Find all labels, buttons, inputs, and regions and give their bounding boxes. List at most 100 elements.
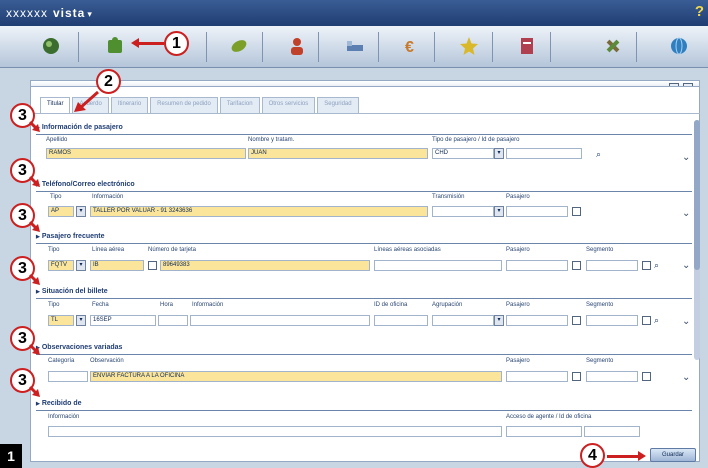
frequent-segment-field[interactable]: [586, 260, 638, 271]
tab-seguridad[interactable]: Seguridad: [317, 97, 359, 113]
category-field[interactable]: [48, 371, 88, 382]
globe-icon[interactable]: [40, 35, 62, 57]
label-frequent-segment: Segmento: [586, 247, 614, 253]
contact-info-field[interactable]: TALLER POR VALUAR - 91 3243636: [90, 206, 428, 217]
toolbar-separator: [78, 32, 79, 62]
scrollbar-thumb[interactable]: [694, 120, 700, 270]
ticket-passenger-field[interactable]: [506, 315, 568, 326]
list-icon[interactable]: [572, 372, 581, 381]
tab-resumen[interactable]: Resumen de pedido: [150, 97, 218, 113]
chevron-down-icon[interactable]: ▾: [76, 315, 86, 326]
list-icon[interactable]: [642, 261, 651, 270]
frequent-passenger-field[interactable]: [506, 260, 568, 271]
office-id-received-field[interactable]: [584, 426, 640, 437]
ticket-segment-field[interactable]: [586, 315, 638, 326]
remarks-segment-field[interactable]: [586, 371, 638, 382]
label-ticket-info: Información: [192, 302, 224, 308]
list-icon[interactable]: [572, 261, 581, 270]
label-partner-airlines: Líneas aéreas asociadas: [374, 247, 441, 253]
toolbar-separator: [262, 32, 263, 62]
remark-field[interactable]: ENVIAR FACTURA A LA OFICINA: [90, 371, 502, 382]
contact-type-select[interactable]: AP: [48, 206, 74, 217]
section-title-passenger[interactable]: Información de pasajero: [36, 124, 123, 131]
expand-chevron-icon[interactable]: ⌄: [682, 260, 690, 271]
currency-icon[interactable]: €: [400, 35, 422, 57]
help-icon[interactable]: ?: [695, 3, 704, 20]
section-title-remarks[interactable]: Observaciones variadas: [36, 344, 123, 351]
search-icon[interactable]: ⌕: [654, 315, 665, 326]
callout-4: 4: [580, 443, 605, 468]
document-icon[interactable]: [516, 35, 538, 57]
label-contact-passenger: Pasajero: [506, 194, 530, 200]
toolbar-separator: [206, 32, 207, 62]
section-divider: [36, 298, 692, 299]
ticket-date-field[interactable]: 16SEP: [90, 315, 156, 326]
chevron-down-icon: ▾: [87, 9, 93, 19]
section-title-frequent[interactable]: Pasajero frecuente: [36, 233, 105, 240]
chevron-down-icon[interactable]: ▾: [76, 206, 86, 217]
callout-arrow: [607, 451, 646, 461]
card-number-field[interactable]: 89649383: [160, 260, 370, 271]
list-icon[interactable]: [148, 261, 157, 270]
search-icon[interactable]: ⌕: [596, 149, 607, 160]
chevron-down-icon[interactable]: ▾: [76, 260, 86, 271]
list-icon[interactable]: [642, 372, 651, 381]
ticket-info-field[interactable]: [190, 315, 370, 326]
received-info-field[interactable]: [48, 426, 502, 437]
toolbar-separator: [550, 32, 551, 62]
person-icon[interactable]: [286, 35, 308, 57]
chevron-down-icon[interactable]: ▾: [494, 315, 504, 326]
queue-select[interactable]: [432, 315, 494, 326]
world-icon[interactable]: [668, 35, 690, 57]
expand-chevron-icon[interactable]: ⌄: [682, 208, 690, 219]
leaf-icon[interactable]: [228, 35, 250, 57]
label-queue: Agrupación: [432, 302, 463, 308]
label-remarks-passenger: Pasajero: [506, 358, 530, 364]
section-title-contact[interactable]: Teléfono/Correo electrónico: [36, 181, 135, 188]
passenger-id-field[interactable]: [506, 148, 582, 159]
label-airline: Línea aérea: [92, 247, 125, 253]
vertical-scrollbar[interactable]: [694, 120, 700, 360]
expand-chevron-icon[interactable]: ⌄: [682, 372, 690, 383]
callout-arrow: [28, 385, 40, 397]
search-icon[interactable]: ⌕: [654, 260, 665, 271]
tab-itinerario[interactable]: Itinerario: [110, 97, 149, 113]
puzzle-icon[interactable]: [104, 35, 126, 57]
star-icon[interactable]: [458, 35, 480, 57]
tools-icon[interactable]: [602, 35, 624, 57]
name-field[interactable]: JUAN: [248, 148, 428, 159]
partner-airlines-field[interactable]: [374, 260, 502, 271]
tab-tarifacion[interactable]: Tarifacion: [219, 97, 260, 113]
chevron-down-icon[interactable]: ▾: [494, 206, 504, 217]
expand-chevron-icon[interactable]: ⌄: [682, 152, 690, 163]
bed-icon[interactable]: [344, 35, 366, 57]
label-contact-type: Tipo: [50, 194, 62, 200]
office-id-field[interactable]: [374, 315, 428, 326]
agent-access-field[interactable]: [506, 426, 582, 437]
callout-arrow: [74, 90, 99, 112]
app-header: xxxxxx vista ▾ ?: [0, 0, 708, 26]
section-title-received[interactable]: Recibido de: [36, 400, 82, 407]
surname-field[interactable]: RAMOS: [46, 148, 246, 159]
list-icon[interactable]: [572, 316, 581, 325]
remarks-passenger-field[interactable]: [506, 371, 568, 382]
save-button[interactable]: Guardar: [650, 448, 696, 462]
tab-titular[interactable]: Titular: [40, 97, 71, 113]
transmission-select[interactable]: [432, 206, 494, 217]
passenger-type-select[interactable]: CHD: [432, 148, 494, 159]
expand-chevron-icon[interactable]: ⌄: [682, 316, 690, 327]
callout-arrow: [28, 120, 40, 132]
section-title-ticket[interactable]: Situación del billete: [36, 288, 108, 295]
ticket-time-field[interactable]: [158, 315, 188, 326]
tab-otros-servicios[interactable]: Otros servicios: [261, 97, 316, 113]
list-icon[interactable]: [642, 316, 651, 325]
contact-passenger-field[interactable]: [506, 206, 568, 217]
frequent-type-select[interactable]: FQTV: [48, 260, 74, 271]
ticket-type-select[interactable]: TL: [48, 315, 74, 326]
airline-field[interactable]: IB: [90, 260, 144, 271]
tab-divider: [30, 113, 700, 114]
app-brand[interactable]: xxxxxx vista ▾: [6, 6, 93, 20]
label-agent-access: Acceso de agente / Id de oficina: [506, 414, 592, 420]
chevron-down-icon[interactable]: ▾: [494, 148, 504, 159]
list-icon[interactable]: [572, 207, 581, 216]
